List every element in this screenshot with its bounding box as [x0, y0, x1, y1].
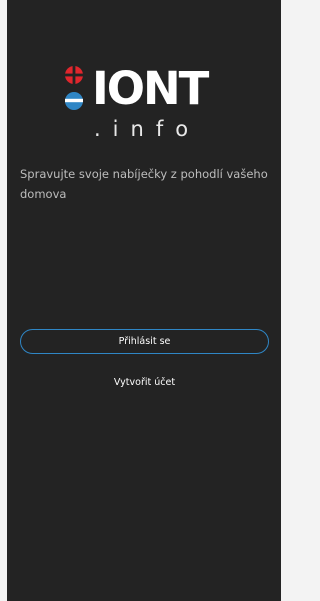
iont-logo: IONT .info: [64, 62, 240, 143]
app-screen: IONT .info Spravujte svoje nabíječky z p…: [7, 0, 281, 601]
brand-name: IONT: [92, 62, 209, 115]
iont-logo-icon: [65, 66, 83, 110]
create-account-link[interactable]: Vytvořit účet: [20, 375, 269, 391]
brand-domain: .info: [94, 117, 201, 141]
welcome-tagline: Spravujte svoje nabíječky z pohodlí vaše…: [20, 167, 268, 201]
login-button[interactable]: Přihlásit se: [20, 329, 269, 354]
